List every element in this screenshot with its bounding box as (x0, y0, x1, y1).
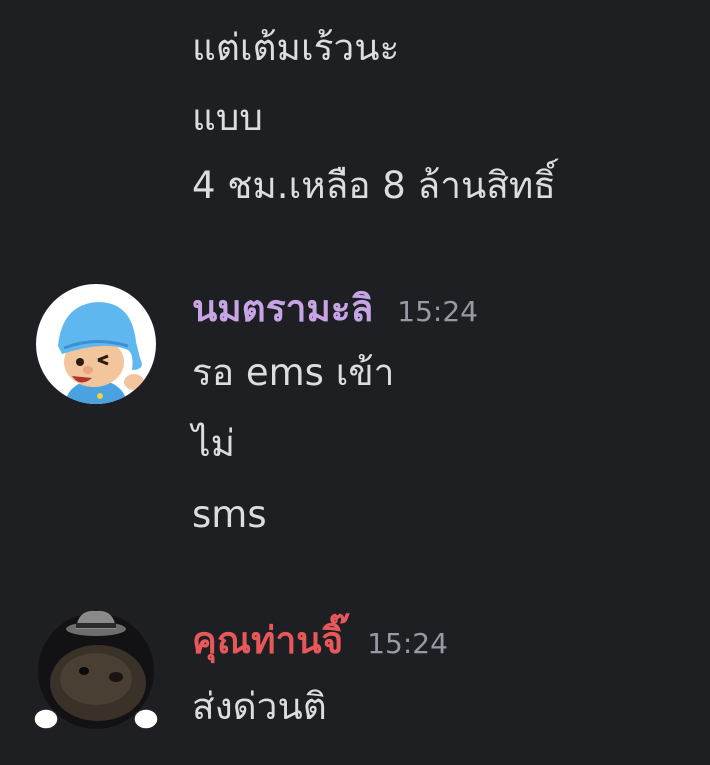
message-text: แต่เต้มเร้วนะ (192, 26, 400, 69)
message-text: รอ ems เข้า (192, 351, 395, 394)
author-name[interactable]: คุณท่านจิ๊ (192, 618, 343, 664)
timestamp: 15:24 (397, 295, 478, 328)
message-text: ส่งด่วนติ (192, 685, 327, 728)
message-text: ไม่ (192, 422, 235, 465)
timestamp: 15:24 (367, 627, 448, 660)
message-text: 4 ชม.เหลือ 8 ล้านสิทธิ์ (192, 164, 556, 207)
cartoon-boy-blue-hat-icon (36, 284, 156, 404)
message-text: แบบ (192, 96, 263, 139)
message-text: sms (192, 493, 267, 536)
avatar[interactable] (33, 610, 159, 732)
avatar[interactable] (36, 284, 156, 404)
author-name[interactable]: นมตรามะลิ (192, 286, 373, 332)
hamster-fedora-icon (33, 610, 159, 730)
message-header: คุณท่านจิ๊ 15:24 (192, 618, 448, 667)
message-header: นมตรามะลิ 15:24 (192, 286, 478, 335)
